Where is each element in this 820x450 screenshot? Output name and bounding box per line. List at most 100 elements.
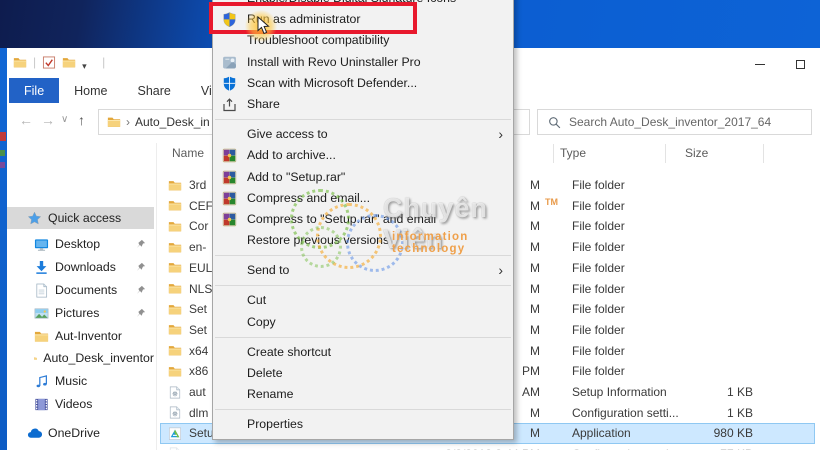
file-name: Cor [168, 219, 208, 233]
sidebar-item-documents[interactable]: Documents [7, 279, 154, 301]
caret-down-icon[interactable]: ▾ [82, 56, 96, 71]
file-name: EUL [168, 261, 212, 275]
pin-icon [136, 239, 146, 249]
sidebar-item-auto-desk-inventor[interactable]: Auto_Desk_inventor [7, 347, 154, 369]
desktop-edge [0, 48, 7, 450]
forward-button[interactable]: → [41, 112, 55, 128]
folder-icon [168, 199, 182, 212]
folder-icon [168, 220, 182, 233]
sidebar-item-videos[interactable]: Videos [7, 393, 154, 415]
autodesk-setup-icon [168, 427, 182, 440]
tab-home[interactable]: Home [59, 78, 122, 103]
tab-share[interactable]: Share [123, 78, 186, 103]
config-file-icon [168, 406, 182, 419]
menu-item-send-to[interactable]: Send to › [213, 260, 513, 281]
file-name: x64 [168, 344, 208, 358]
menu-separator [215, 409, 511, 411]
winrar-icon [222, 170, 237, 185]
menu-separator [215, 255, 511, 257]
file-type: File folder [572, 322, 625, 337]
column-separator [665, 144, 666, 163]
winrar-icon [222, 212, 237, 227]
menu-item-compress-and-email[interactable]: Compress and email... [213, 188, 513, 209]
downloads-icon [34, 260, 49, 275]
sidebar-item-aut-inventor[interactable]: Aut-Inventor [7, 325, 154, 347]
file-row[interactable]: 2/2/2018 2:44 PMConfiguration setti...77… [160, 444, 815, 450]
star-icon [27, 211, 42, 226]
menu-item-give-access-to[interactable]: Give access to › [213, 124, 513, 145]
menu-item-restore-previous-versions[interactable]: Restore previous versions [213, 230, 513, 251]
pictures-icon [34, 306, 49, 321]
folder-icon [107, 116, 121, 128]
tab-file[interactable]: File [9, 78, 60, 103]
menu-item-label: Scan with Microsoft Defender... [247, 75, 418, 90]
menu-item-delete[interactable]: Delete [213, 363, 513, 384]
file-type: File folder [572, 240, 625, 255]
search-box[interactable]: Search Auto_Desk_inventor_2017_64 [537, 109, 812, 135]
sidebar-item-pictures[interactable]: Pictures [7, 302, 154, 324]
winrar-icon [222, 148, 237, 163]
menu-item-label: Rename [247, 387, 294, 402]
divider [156, 143, 157, 450]
file-type: File folder [572, 343, 625, 358]
sidebar-item-downloads[interactable]: Downloads [7, 256, 154, 278]
sidebar-item-onedrive[interactable]: OneDrive [7, 422, 154, 444]
menu-item-add-to-setup-rar[interactable]: Add to "Setup.rar" [213, 167, 513, 188]
menu-item-cut[interactable]: Cut [213, 290, 513, 311]
maximize-button[interactable] [780, 52, 820, 76]
file-size: 1 KB [726, 385, 753, 399]
sidebar-item-label: OneDrive [48, 426, 100, 440]
minimize-button[interactable] [740, 52, 780, 76]
red-highlight-box [209, 2, 417, 34]
menu-item-scan-with-microsoft-defender[interactable]: Scan with Microsoft Defender... [213, 73, 513, 94]
folder-icon[interactable] [13, 56, 27, 69]
file-type: File folder [572, 260, 625, 275]
menu-item-create-shortcut[interactable]: Create shortcut [213, 342, 513, 363]
back-button[interactable]: ← [19, 112, 33, 128]
sidebar-item-quick-access[interactable]: Quick access [7, 207, 154, 229]
breadcrumb[interactable]: Auto_Desk_in [135, 115, 210, 129]
file-size: 1 KB [726, 405, 753, 420]
folder-icon [168, 179, 182, 192]
quick-access-toolbar: | ▾ | [13, 55, 106, 71]
folder-icon[interactable] [62, 56, 76, 69]
menu-item-share[interactable]: Share [213, 94, 513, 115]
checkbox-icon[interactable] [42, 55, 56, 69]
file-type: File folder [572, 219, 625, 234]
menu-item-label: Compress to "Setup.rar" and email [247, 211, 437, 226]
folder-icon [168, 344, 182, 357]
column-header-type[interactable]: Type [560, 146, 586, 160]
menu-item-install-with-revo-uninstaller-pro[interactable]: Install with Revo Uninstaller Pro [213, 52, 513, 73]
history-dropdown-button[interactable]: ∨ [61, 114, 68, 125]
desktop-icon-fragment [0, 132, 6, 141]
defender-shield-icon [222, 76, 237, 91]
menu-item-add-to-archive[interactable]: Add to archive... [213, 145, 513, 166]
file-type: File folder [572, 364, 625, 379]
file-name: en- [168, 240, 206, 254]
column-header-size[interactable]: Size [685, 146, 708, 160]
menu-item-rename[interactable]: Rename [213, 384, 513, 405]
sidebar-item-label: Documents [55, 283, 118, 297]
toolbar-separator: | [102, 55, 106, 69]
column-header-name[interactable]: Name [172, 146, 204, 160]
breadcrumb-chevron: › [126, 115, 130, 129]
pin-icon [136, 308, 146, 318]
sidebar-item-desktop[interactable]: Desktop [7, 233, 154, 255]
config-file-icon [168, 386, 182, 399]
sidebar-item-music[interactable]: Music [7, 370, 154, 392]
menu-item-copy[interactable]: Copy [213, 312, 513, 333]
pin-icon [136, 262, 146, 272]
folder-icon [168, 365, 182, 378]
file-name: Set [168, 323, 207, 337]
folder-icon [34, 329, 49, 344]
menu-item-properties[interactable]: Properties [213, 414, 513, 435]
up-button[interactable]: ↑ [78, 112, 85, 128]
file-type: File folder [572, 302, 625, 317]
menu-item-label: Add to "Setup.rar" [247, 169, 346, 184]
menu-separator [215, 119, 511, 121]
menu-item-compress-to-setup-rar-and-email[interactable]: Compress to "Setup.rar" and email [213, 209, 513, 230]
folder-icon [34, 351, 38, 366]
folder-icon [168, 323, 182, 336]
sidebar-item-label: Videos [55, 397, 93, 411]
maximize-icon [795, 59, 805, 69]
